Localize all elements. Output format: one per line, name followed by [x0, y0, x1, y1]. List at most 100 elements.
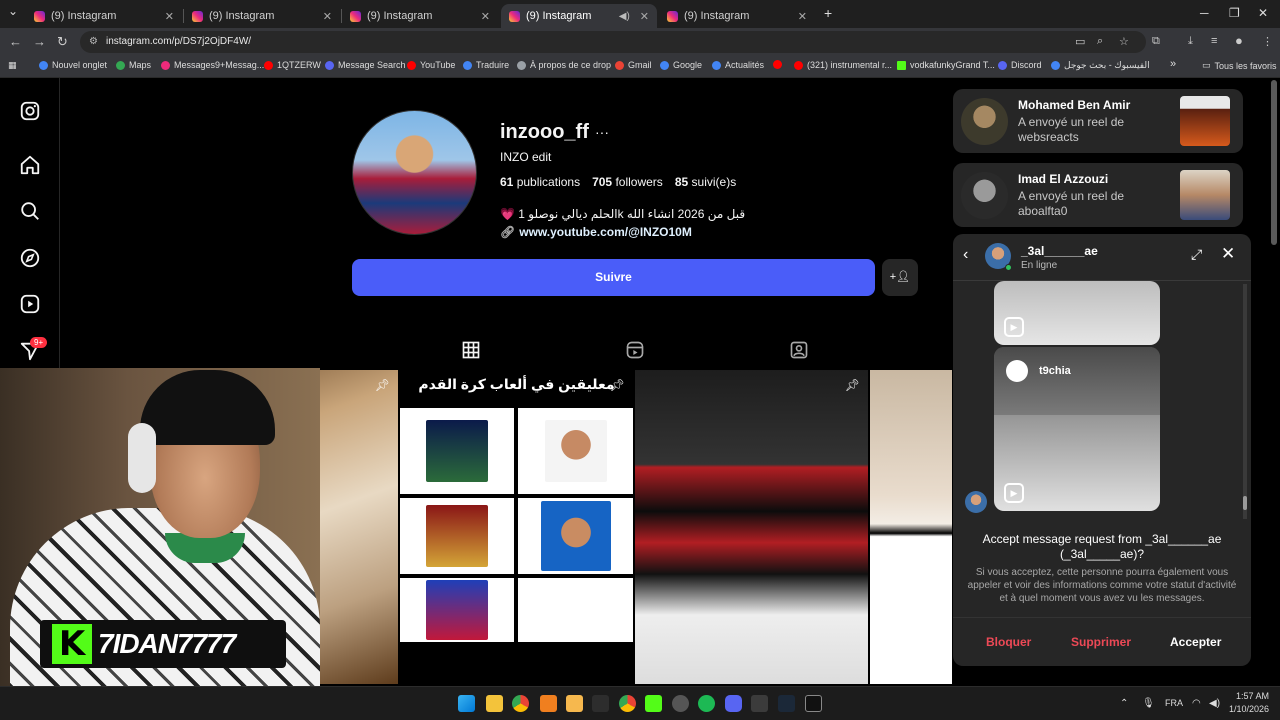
cast-icon[interactable]: ▭ [1075, 35, 1085, 48]
minimize-icon[interactable]: ─ [1200, 6, 1209, 20]
steam-icon[interactable] [778, 695, 795, 712]
bookmark-star-icon[interactable]: ☆ [1119, 35, 1129, 48]
followers-stat[interactable]: 705 followers [592, 175, 663, 189]
back-icon[interactable]: ← [9, 34, 22, 49]
bookmark-item[interactable]: vodkafunkyGrand T... [897, 60, 995, 70]
back-arrow-icon[interactable]: ‹ [963, 246, 968, 264]
message-notification[interactable]: Imad El Azzouzi A envoyé un reel de aboa… [953, 163, 1243, 227]
bookmark-item[interactable] [773, 60, 786, 69]
accept-button[interactable]: Accepter [1170, 635, 1221, 649]
following-stat[interactable]: 85 suivi(e)s [675, 175, 736, 189]
xbox-icon[interactable] [805, 695, 822, 712]
block-button[interactable]: Bloquer [986, 635, 1031, 649]
speaker-icon[interactable]: ◀) [619, 11, 630, 22]
close-icon[interactable]: ✕ [323, 10, 332, 23]
language-indicator[interactable]: FRA [1165, 698, 1183, 708]
extensions-icon[interactable]: ⧉ [1152, 35, 1160, 48]
bookmark-item[interactable]: Message Search [325, 60, 406, 70]
bookmark-item[interactable]: Google [660, 60, 702, 70]
discord-icon[interactable] [725, 695, 742, 712]
bookmark-item[interactable]: Actualités [712, 60, 764, 70]
forward-icon[interactable]: → [33, 34, 46, 49]
delete-button[interactable]: Supprimer [1071, 635, 1131, 649]
spotify-icon[interactable] [698, 695, 715, 712]
vlc-icon[interactable] [540, 695, 557, 712]
posts-grid-tab[interactable] [461, 340, 481, 360]
expand-icon[interactable]: ⤢ [1191, 246, 1202, 263]
file-explorer-icon[interactable] [486, 695, 503, 712]
bookmark-item[interactable]: Gmail [615, 60, 652, 70]
download-icon[interactable]: ⤓ [1188, 35, 1193, 48]
chrome-icon[interactable] [512, 695, 529, 712]
close-icon[interactable]: ✕ [165, 10, 174, 23]
browser-tab[interactable]: (9) Instagram ✕ [342, 4, 498, 28]
bookmark-item[interactable]: Nouvel onglet [39, 60, 107, 70]
home-icon[interactable] [19, 154, 41, 176]
start-icon[interactable] [458, 695, 475, 712]
browser-tab-active[interactable]: (9) Instagram ◀) ✕ [501, 4, 657, 28]
obs-icon[interactable] [672, 695, 689, 712]
reels-tab-icon[interactable] [625, 340, 645, 360]
bookmark-item[interactable]: 1QTZERW [264, 60, 321, 70]
wifi-icon[interactable]: ◠ [1192, 698, 1201, 709]
more-options-icon[interactable]: ··· [595, 124, 609, 140]
chat-scrollbar-thumb[interactable] [1243, 496, 1247, 510]
bookmark-item[interactable]: Traduire [463, 60, 509, 70]
close-window-icon[interactable]: ✕ [1258, 6, 1268, 20]
page-scrollbar[interactable] [1271, 80, 1277, 245]
close-icon[interactable]: ✕ [481, 10, 490, 23]
browser-tab[interactable]: (9) Instagram ✕ [659, 4, 815, 28]
follow-button[interactable]: Suivre [352, 259, 875, 296]
browser-tab[interactable]: (9) Instagram ✕ [184, 4, 340, 28]
app-icon[interactable] [566, 695, 583, 712]
site-info-icon[interactable]: ⚙ [89, 31, 98, 53]
clock-date[interactable]: 1/10/2026 [1229, 704, 1269, 714]
browser-tab[interactable]: (9) Instagram ✕ [26, 4, 182, 28]
close-icon[interactable]: ✕ [1221, 244, 1235, 264]
suggest-users-button[interactable]: +👤︎ [882, 259, 918, 296]
all-bookmarks-folder[interactable]: ▭ Tous les favoris [1202, 60, 1277, 71]
bookmark-item[interactable]: الفيسبوك - بحث جوجل [1051, 60, 1150, 71]
bookmark-item[interactable]: (321) instrumental r... [794, 60, 892, 70]
kick-app-icon[interactable] [645, 695, 662, 712]
bookmark-item[interactable]: Maps [116, 60, 151, 70]
bookmark-item[interactable]: YouTube [407, 60, 455, 70]
zoom-icon[interactable]: ⌕ [1097, 35, 1103, 48]
app-icon[interactable] [751, 695, 768, 712]
chrome-active-icon[interactable] [619, 695, 636, 712]
chat-scrollbar[interactable] [1243, 284, 1247, 519]
media-control-icon[interactable]: ≡ [1211, 35, 1217, 47]
message-notification[interactable]: Mohamed Ben Amir A envoyé un reel de web… [953, 89, 1243, 153]
profile-avatar-icon[interactable]: ● [1235, 33, 1243, 48]
clock-time[interactable]: 1:57 AM [1236, 691, 1269, 701]
post-thumbnail[interactable]: معليقين في ألعاب كرة القدم 📌︎ [400, 370, 633, 684]
shared-reel[interactable]: t9chia ▶ [994, 347, 1160, 511]
profile-avatar[interactable] [352, 110, 477, 235]
microphone-icon[interactable]: 🎙︎ [1142, 698, 1155, 709]
bookmark-item[interactable]: À propos de ce drop [517, 60, 611, 70]
bookmark-item[interactable]: Discord [998, 60, 1042, 70]
close-icon[interactable]: ✕ [798, 10, 807, 23]
search-icon[interactable] [19, 200, 41, 222]
reels-icon[interactable] [19, 293, 41, 315]
more-bookmarks-icon[interactable]: » [1170, 58, 1176, 70]
profile-link[interactable]: 🔗︎ www.youtube.com/@INZO10M [500, 225, 692, 239]
volume-icon[interactable]: ◀) [1209, 698, 1220, 709]
post-thumbnail[interactable]: 📌︎ [635, 370, 868, 684]
kebab-menu-icon[interactable]: ⋮ [1262, 35, 1273, 48]
url-input[interactable]: ⚙ instagram.com/p/DS7j2OjDF4W/ [80, 31, 1146, 53]
new-tab-icon[interactable]: + [824, 5, 832, 21]
close-icon[interactable]: ✕ [640, 10, 649, 23]
shared-reel[interactable]: ▶ [994, 281, 1160, 345]
tagged-tab-icon[interactable] [789, 340, 809, 360]
reload-icon[interactable]: ↻ [57, 34, 68, 50]
tray-chevron-icon[interactable]: ⌃ [1120, 698, 1128, 709]
post-thumbnail[interactable] [870, 370, 952, 684]
tab-search-icon[interactable]: ⌄ [8, 4, 18, 18]
apps-icon[interactable]: ▦ [8, 60, 17, 71]
chat-username[interactable]: _3al______ae [1021, 244, 1098, 258]
bookmark-item[interactable]: Messages9+Messag... [161, 60, 264, 70]
instagram-logo-icon[interactable] [19, 100, 41, 122]
app-icon[interactable] [592, 695, 609, 712]
restore-icon[interactable]: ❐ [1229, 6, 1240, 20]
